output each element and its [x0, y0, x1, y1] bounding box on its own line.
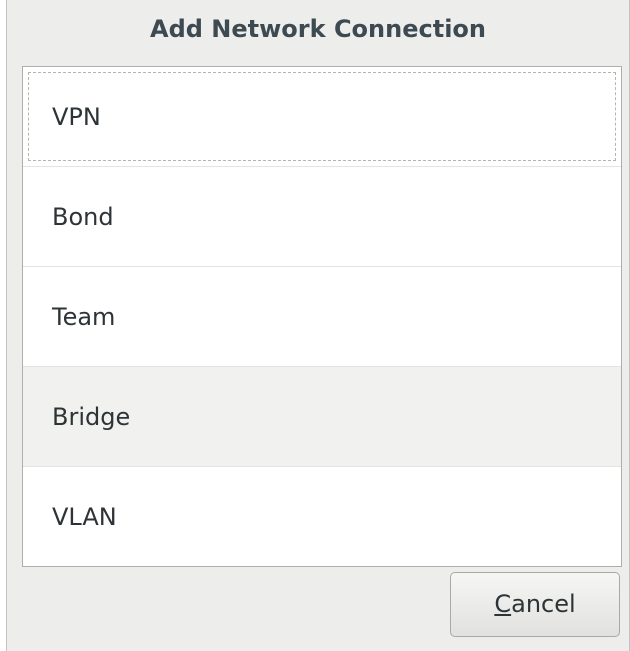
list-item-vlan[interactable]: VLAN [23, 467, 621, 566]
list-item-bridge[interactable]: Bridge [23, 367, 621, 467]
list-item-label: Bridge [52, 403, 131, 431]
list-item-bond[interactable]: Bond [23, 167, 621, 267]
dialog-title: Add Network Connection [150, 15, 486, 43]
connection-type-list: VPN Bond Team Bridge VLAN [22, 66, 622, 567]
focus-ring [28, 72, 616, 161]
cancel-button[interactable]: Cancel [450, 572, 620, 637]
list-item-vpn[interactable]: VPN [23, 67, 621, 167]
list-item-team[interactable]: Team [23, 267, 621, 367]
list-item-label: Team [52, 303, 116, 331]
list-item-label: VLAN [52, 503, 117, 531]
cancel-label-rest: ancel [511, 590, 576, 618]
list-item-label: Bond [52, 203, 114, 231]
cancel-mnemonic: C [494, 590, 512, 618]
list-item-label: VPN [52, 103, 101, 131]
add-network-connection-dialog: Add Network Connection VPN Bond Team Bri… [6, 0, 630, 651]
